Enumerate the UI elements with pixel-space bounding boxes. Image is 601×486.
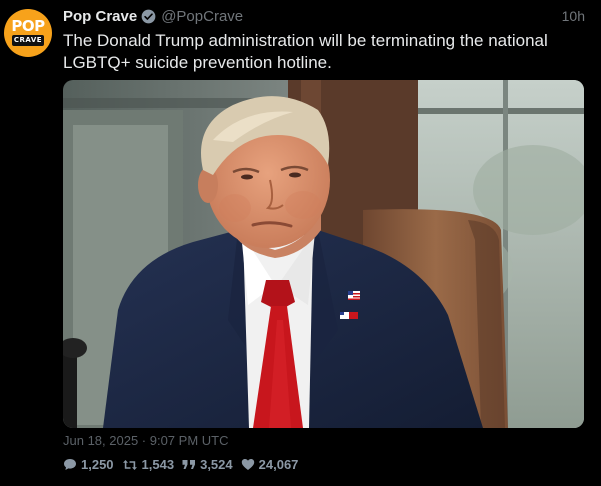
retweets-stat[interactable]: 1,543 [122, 457, 175, 472]
retweets-count: 1,543 [141, 457, 175, 472]
heart-icon [241, 458, 255, 471]
quote-icon [182, 459, 196, 470]
verified-badge-icon [141, 9, 156, 24]
likes-count: 24,067 [258, 457, 299, 472]
quotes-stat[interactable]: 3,524 [182, 457, 233, 472]
replies-count: 1,250 [81, 457, 114, 472]
quotes-count: 3,524 [200, 457, 233, 472]
avatar-logo-bottom: CRAVE [12, 35, 44, 46]
avatar[interactable]: POP CRAVE [4, 9, 52, 57]
tweet-photo[interactable] [63, 80, 584, 428]
tweet-header: Pop Crave @PopCrave [63, 7, 243, 25]
avatar-logo-top: POP [11, 17, 45, 35]
replies-stat[interactable]: 1,250 [63, 457, 114, 472]
retweet-icon [122, 459, 138, 471]
comment-icon [63, 458, 77, 471]
tweet-date[interactable]: Jun 18, 2025 · 9:07 PM UTC [63, 432, 228, 450]
likes-stat[interactable]: 24,067 [241, 457, 299, 472]
relative-timestamp[interactable]: 10h [562, 7, 585, 25]
author-display-name[interactable]: Pop Crave [63, 8, 137, 25]
tweet-stats: 1,250 1,543 3,524 24,067 [63, 457, 306, 472]
tweet-text: The Donald Trump administration will be … [63, 31, 548, 72]
author-handle[interactable]: @PopCrave [161, 8, 243, 25]
